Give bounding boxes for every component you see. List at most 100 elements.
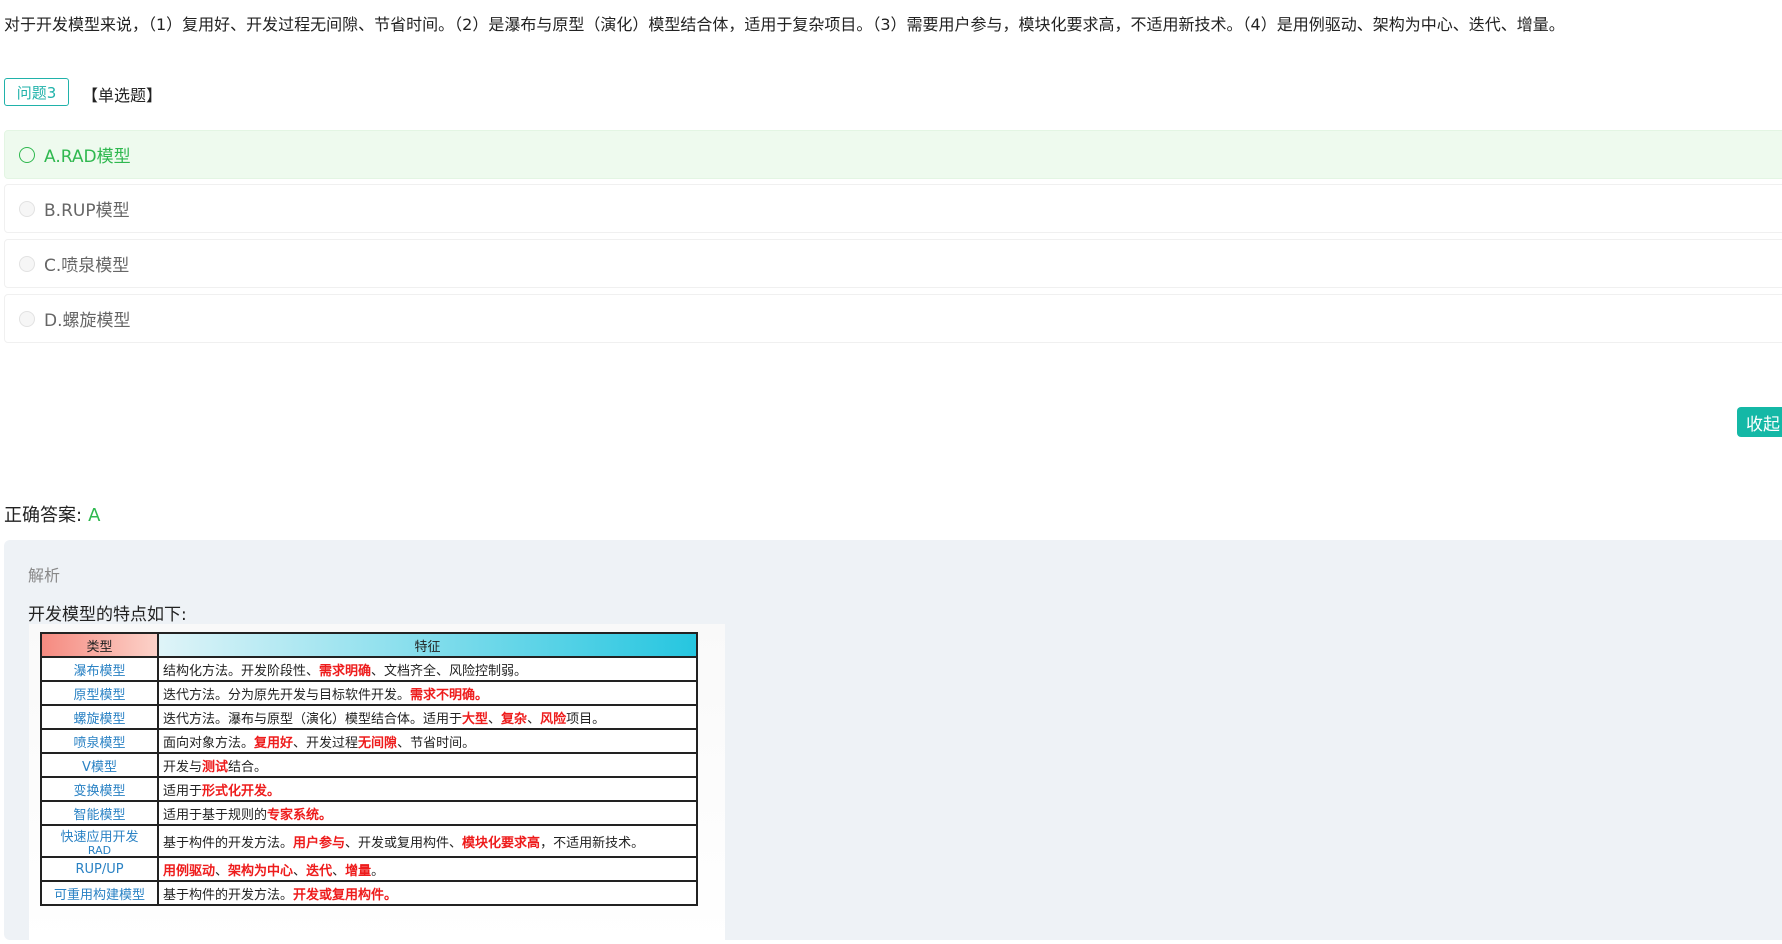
model-feature-cell: 适用于形式化开发。 bbox=[157, 776, 698, 802]
option-b[interactable]: B.RUP模型 bbox=[4, 184, 1782, 233]
correct-answer: 正确答案: A bbox=[4, 501, 100, 527]
table-header-type: 类型 bbox=[40, 632, 159, 658]
model-feature-cell: 基于构件的开发方法。用户参与、开发或复用构件、模块化要求高，不适用新技术。 bbox=[157, 824, 698, 858]
feature-text: ，不适用新技术。 bbox=[540, 835, 645, 851]
feature-highlight: 形式化开发。 bbox=[202, 783, 281, 799]
feature-text: 基于构件的开发方法。 bbox=[163, 887, 294, 903]
option-a[interactable]: A.RAD模型 bbox=[4, 130, 1782, 179]
model-type-name: 可重用构建模型 bbox=[53, 887, 145, 903]
correct-answer-label: 正确答案: bbox=[4, 505, 83, 526]
feature-text: 、 bbox=[293, 863, 307, 879]
collapse-button[interactable]: 收起 bbox=[1737, 407, 1782, 437]
option-d[interactable]: D.螺旋模型 bbox=[4, 294, 1782, 343]
radio-icon[interactable] bbox=[19, 200, 35, 217]
table-row: RUP/UP 用例驱动、架构为中心、迭代、增量。 bbox=[40, 856, 698, 882]
feature-highlight: 测试 bbox=[202, 759, 229, 775]
model-type-name: V模型 bbox=[82, 759, 117, 775]
model-type-name: 螺旋模型 bbox=[73, 711, 126, 727]
feature-highlight: 风险 bbox=[540, 711, 567, 727]
feature-text: 、 bbox=[527, 711, 541, 727]
model-type-name: 快速应用开发 bbox=[60, 830, 139, 845]
feature-highlight: 开发或复用构件。 bbox=[293, 887, 398, 903]
feature-highlight: 用例驱动 bbox=[163, 863, 216, 879]
model-feature-cell: 用例驱动、架构为中心、迭代、增量。 bbox=[157, 856, 698, 882]
correct-answer-value: A bbox=[88, 505, 101, 526]
model-feature-cell: 迭代方法。分为原先开发与目标软件开发。需求不明确。 bbox=[157, 680, 698, 706]
table-row: 螺旋模型 迭代方法。瀑布与原型（演化）模型结合体。适用于大型、复杂、风险项目。 bbox=[40, 704, 698, 730]
model-type-cell: 变换模型 bbox=[40, 776, 159, 802]
feature-text: 开发与 bbox=[163, 759, 203, 775]
model-feature-cell: 迭代方法。瀑布与原型（演化）模型结合体。适用于大型、复杂、风险项目。 bbox=[157, 704, 698, 730]
model-type-cell: 快速应用开发 RAD bbox=[40, 824, 159, 858]
table-row: 快速应用开发 RAD 基于构件的开发方法。用户参与、开发或复用构件、模块化要求高，不… bbox=[40, 824, 698, 858]
model-comparison-image: 类型 特征 瀑布模型 结构化方法。开发阶段性、需求明确、文档齐全、风险控制弱。 原型… bbox=[29, 624, 725, 944]
model-type-cell: 原型模型 bbox=[40, 680, 159, 706]
radio-icon[interactable] bbox=[19, 146, 35, 163]
feature-highlight: 架构为中心 bbox=[228, 863, 294, 879]
option-label: B.RUP模型 bbox=[44, 201, 130, 221]
feature-highlight: 大型 bbox=[462, 711, 489, 727]
option-label: C.喷泉模型 bbox=[44, 256, 130, 276]
feature-text: 。 bbox=[371, 863, 385, 879]
feature-highlight: 无间隙 bbox=[358, 735, 398, 751]
feature-text: 适用于 bbox=[163, 783, 203, 799]
feature-text: 结合。 bbox=[228, 759, 268, 775]
feature-highlight: 需求不明确。 bbox=[410, 687, 489, 703]
model-type-cell: 螺旋模型 bbox=[40, 704, 159, 730]
model-type-cell: 智能模型 bbox=[40, 800, 159, 826]
feature-highlight: 专家系统。 bbox=[267, 807, 333, 823]
model-type-subname: RAD bbox=[87, 844, 112, 857]
feature-highlight: 需求明确 bbox=[319, 663, 372, 679]
question-type-label: 【单选题】 bbox=[82, 86, 163, 105]
table-header-feature: 特征 bbox=[157, 632, 698, 658]
table-row: V模型 开发与测试结合。 bbox=[40, 752, 698, 778]
table-row: 智能模型 适用于基于规则的专家系统。 bbox=[40, 800, 698, 826]
model-feature-cell: 面向对象方法。复用好、开发过程无间隙、节省时间。 bbox=[157, 728, 698, 754]
option-c[interactable]: C.喷泉模型 bbox=[4, 239, 1782, 288]
feature-text: 项目。 bbox=[566, 711, 606, 727]
model-type-name: 智能模型 bbox=[73, 807, 126, 823]
feature-highlight: 用户参与 bbox=[293, 835, 346, 851]
radio-icon[interactable] bbox=[19, 310, 35, 327]
feature-highlight: 增量 bbox=[345, 863, 372, 879]
analysis-title: 解析 bbox=[28, 566, 61, 585]
model-type-name: 瀑布模型 bbox=[73, 663, 126, 679]
model-feature-cell: 基于构件的开发方法。开发或复用构件。 bbox=[157, 880, 698, 906]
feature-highlight: 复杂 bbox=[501, 711, 528, 727]
model-feature-cell: 结构化方法。开发阶段性、需求明确、文档齐全、风险控制弱。 bbox=[157, 656, 698, 682]
feature-text: 适用于基于规则的 bbox=[163, 807, 268, 823]
model-type-cell: 喷泉模型 bbox=[40, 728, 159, 754]
model-type-cell: 可重用构建模型 bbox=[40, 880, 159, 906]
feature-highlight: 迭代 bbox=[306, 863, 333, 879]
question-number-tag: 问题3 bbox=[4, 78, 69, 106]
feature-text: 、 bbox=[488, 711, 502, 727]
feature-highlight: 复用好 bbox=[254, 735, 294, 751]
option-label: D.螺旋模型 bbox=[44, 311, 131, 331]
table-row: 瀑布模型 结构化方法。开发阶段性、需求明确、文档齐全、风险控制弱。 bbox=[40, 656, 698, 682]
feature-text: 、 bbox=[215, 863, 229, 879]
model-type-name: 喷泉模型 bbox=[73, 735, 126, 751]
model-comparison-table: 类型 特征 瀑布模型 结构化方法。开发阶段性、需求明确、文档齐全、风险控制弱。 原型… bbox=[40, 632, 698, 906]
radio-icon[interactable] bbox=[19, 255, 35, 272]
model-type-cell: V模型 bbox=[40, 752, 159, 778]
model-type-name: 原型模型 bbox=[73, 687, 126, 703]
analysis-intro: 开发模型的特点如下: bbox=[28, 605, 187, 625]
feature-text: 面向对象方法。 bbox=[163, 735, 255, 751]
table-row: 变换模型 适用于形式化开发。 bbox=[40, 776, 698, 802]
option-label: A.RAD模型 bbox=[44, 147, 131, 167]
model-feature-cell: 开发与测试结合。 bbox=[157, 752, 698, 778]
feature-text: 迭代方法。分为原先开发与目标软件开发。 bbox=[163, 687, 411, 703]
model-feature-cell: 适用于基于规则的专家系统。 bbox=[157, 800, 698, 826]
model-type-name: 变换模型 bbox=[73, 783, 126, 799]
feature-text: 结构化方法。开发阶段性、 bbox=[163, 663, 320, 679]
model-type-cell: 瀑布模型 bbox=[40, 656, 159, 682]
feature-text: 、文档齐全、风险控制弱。 bbox=[371, 663, 528, 679]
model-type-cell: RUP/UP bbox=[40, 856, 159, 882]
table-row: 喷泉模型 面向对象方法。复用好、开发过程无间隙、节省时间。 bbox=[40, 728, 698, 754]
feature-highlight: 模块化要求高 bbox=[462, 835, 541, 851]
feature-text: 、开发或复用构件、 bbox=[345, 835, 463, 851]
feature-text: 、节省时间。 bbox=[397, 735, 476, 751]
feature-text: 基于构件的开发方法。 bbox=[163, 835, 294, 851]
table-row: 原型模型 迭代方法。分为原先开发与目标软件开发。需求不明确。 bbox=[40, 680, 698, 706]
table-row: 可重用构建模型 基于构件的开发方法。开发或复用构件。 bbox=[40, 880, 698, 906]
